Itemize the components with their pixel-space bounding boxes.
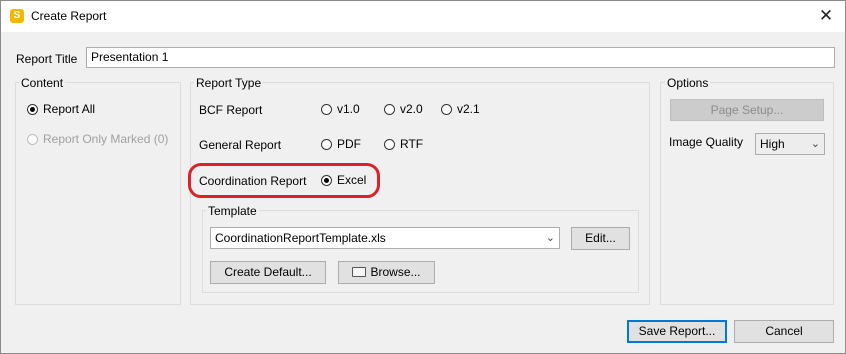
bcf-v1-label: v1.0	[337, 102, 360, 116]
chevron-down-icon: ⌄	[545, 232, 555, 244]
browse-button[interactable]: Browse...	[338, 261, 435, 284]
image-quality-label: Image Quality	[669, 135, 744, 149]
bcf-report-label: BCF Report	[199, 103, 263, 117]
report-all-label: Report All	[43, 102, 96, 116]
template-select-value: CoordinationReportTemplate.xls	[215, 231, 386, 245]
window-title: Create Report	[31, 9, 107, 23]
radio-unchecked-icon	[321, 103, 332, 115]
close-icon[interactable]: ✕	[813, 4, 839, 28]
radio-unchecked-icon	[384, 138, 395, 150]
chevron-down-icon: ⌄	[810, 138, 820, 150]
page-setup-button: Page Setup...	[670, 99, 824, 121]
general-rtf-label: RTF	[400, 137, 424, 151]
coordination-excel-label: Excel	[337, 173, 367, 187]
report-only-marked-label: Report Only Marked (0)	[43, 132, 169, 146]
edit-template-button[interactable]: Edit...	[571, 227, 630, 250]
coordination-excel-radio[interactable]: Excel	[321, 173, 366, 187]
report-only-marked-radio: Report Only Marked (0)	[27, 132, 168, 146]
bcf-v2-label: v2.0	[400, 102, 423, 116]
report-all-radio[interactable]: Report All	[27, 102, 95, 116]
bcf-v2-radio[interactable]: v2.0	[384, 102, 423, 116]
general-pdf-label: PDF	[337, 137, 361, 151]
create-report-dialog: S Create Report ✕ Report Title Presentat…	[0, 0, 846, 354]
report-title-input[interactable]: Presentation 1	[86, 47, 835, 68]
radio-checked-icon	[27, 103, 38, 115]
report-title-label: Report Title	[16, 52, 78, 66]
bcf-v21-radio[interactable]: v2.1	[441, 102, 480, 116]
create-default-button[interactable]: Create Default...	[210, 261, 326, 284]
bcf-v21-label: v2.1	[457, 102, 480, 116]
radio-unchecked-icon	[384, 103, 395, 115]
radio-unchecked-icon	[27, 133, 38, 145]
radio-unchecked-icon	[321, 138, 332, 150]
general-rtf-radio[interactable]: RTF	[384, 137, 423, 151]
image-quality-select[interactable]: High ⌄	[755, 133, 825, 155]
cancel-button[interactable]: Cancel	[734, 320, 834, 343]
coordination-report-label: Coordination Report	[199, 174, 307, 188]
title-bar: S Create Report ✕	[1, 1, 845, 32]
browse-label: Browse...	[370, 265, 421, 279]
bcf-v1-radio[interactable]: v1.0	[321, 102, 360, 116]
save-report-button[interactable]: Save Report...	[627, 320, 727, 343]
template-select[interactable]: CoordinationReportTemplate.xls ⌄	[210, 227, 560, 249]
image-quality-value: High	[760, 137, 785, 151]
app-logo-icon: S	[10, 9, 24, 23]
radio-unchecked-icon	[441, 103, 452, 115]
report-type-group-label: Report Type	[194, 76, 264, 90]
general-report-label: General Report	[199, 138, 282, 152]
general-pdf-radio[interactable]: PDF	[321, 137, 361, 151]
folder-icon	[352, 267, 367, 277]
options-group-label: Options	[665, 76, 711, 90]
content-group-label: Content	[19, 76, 66, 90]
template-group-label: Template	[206, 204, 259, 218]
radio-checked-icon	[321, 174, 332, 186]
